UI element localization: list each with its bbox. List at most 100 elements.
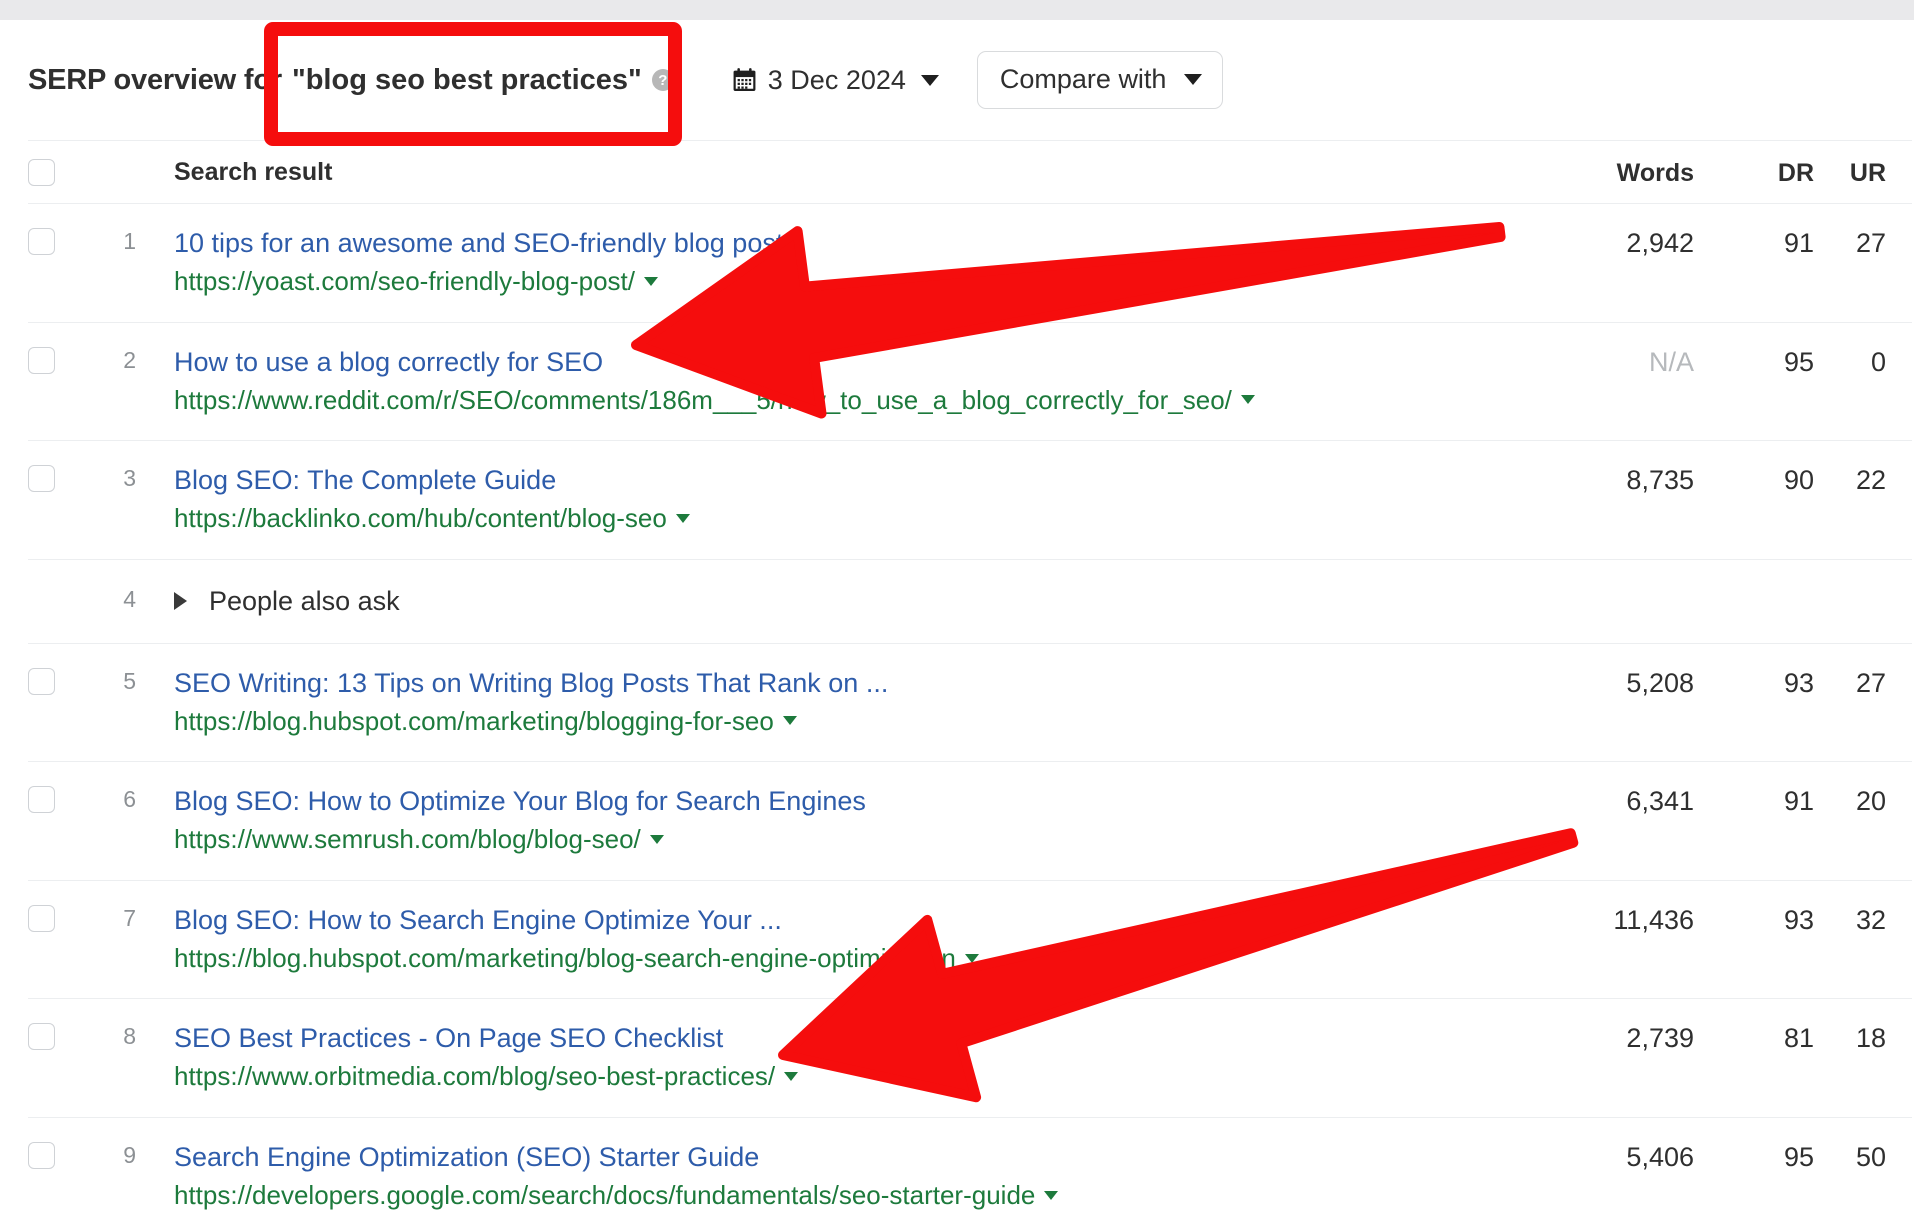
row-checkbox[interactable] [28,904,55,932]
serp-feature[interactable]: People also ask [174,586,1544,617]
row-rank: 4 [123,585,136,612]
row-dr-value: 93 [1783,667,1814,698]
row-checkbox[interactable] [28,346,55,374]
row-dr-value: 91 [1783,786,1814,817]
row-checkbox[interactable] [28,228,55,255]
row-select-cell [28,465,88,493]
chevron-down-icon[interactable] [643,276,658,286]
row-checkbox[interactable] [28,465,55,493]
row-select-cell [28,1023,88,1051]
row-content-cell: People also ask [144,586,1544,617]
chevron-down-icon[interactable] [675,513,690,523]
table-row: 1 10 tips for an awesome and SEO-friendly… [0,204,1914,322]
result-title-link[interactable]: 10 tips for an awesome and SEO-friendly … [174,228,1544,259]
result-title-link[interactable]: SEO Writing: 13 Tips on Writing Blog Pos… [174,668,1544,699]
result-title-link[interactable]: How to use a blog correctly for SEO [174,347,1544,378]
row-rank: 8 [123,1023,136,1050]
row-dr-value: 93 [1783,904,1814,935]
compare-with-button[interactable]: Compare with [976,51,1224,109]
row-select-cell [28,228,88,255]
select-all-cell [28,158,88,186]
result-url[interactable]: https://blog.hubspot.com/marketing/blog-… [174,942,1544,975]
result-url[interactable]: https://developers.google.com/search/doc… [174,1179,1544,1212]
row-select-cell [28,904,88,932]
select-all-checkbox[interactable] [28,158,55,186]
result-title-link[interactable]: Blog SEO: How to Optimize Your Blog for … [174,786,1544,817]
result-url-text: https://www.semrush.com/blog/blog-seo/ [174,824,641,855]
result-url[interactable]: https://yoast.com/seo-friendly-blog-post… [174,265,1544,298]
result-url[interactable]: https://www.reddit.com/r/SEO/comments/18… [174,384,1544,417]
row-checkbox[interactable] [28,1023,55,1051]
keyword-label: "blog seo best practices" [291,63,642,96]
chevron-down-icon[interactable] [964,953,979,963]
header-ur-cell[interactable]: UR [1814,157,1914,188]
chevron-down-icon[interactable] [649,834,664,844]
row-dr-value: 81 [1783,1023,1814,1054]
table-header-row: Search result Words DR UR [0,141,1914,203]
row-words-value: 5,208 [1626,667,1694,698]
header-dr-cell[interactable]: DR [1694,157,1814,188]
row-content-cell: Blog SEO: How to Search Engine Optimize … [144,905,1544,975]
date-picker[interactable]: 3 Dec 2024 [732,65,939,96]
row-rank: 5 [123,667,136,694]
row-ur-value: 50 [1855,1141,1886,1172]
result-url[interactable]: https://backlinko.com/hub/content/blog-s… [174,502,1544,535]
chevron-down-icon[interactable] [784,1072,799,1082]
row-rank: 9 [123,1141,136,1168]
result-url-text: https://yoast.com/seo-friendly-blog-post… [174,266,635,297]
row-ur-value: 18 [1855,1023,1886,1054]
row-words-value: N/A [1648,346,1694,377]
row-dr-value: 95 [1783,346,1814,377]
row-select-cell [28,667,88,695]
row-rank: 6 [123,786,136,813]
row-content-cell: Blog SEO: The Complete Guide https://back… [144,465,1544,535]
chevron-down-icon[interactable] [1044,1190,1059,1200]
result-title-link[interactable]: Blog SEO: How to Search Engine Optimize … [174,905,1544,936]
date-label: 3 Dec 2024 [767,64,906,95]
table-row: 3 Blog SEO: The Complete Guide https://bac… [0,441,1914,559]
result-url-text: https://developers.google.com/search/doc… [174,1179,1036,1210]
table-row: 2 How to use a blog correctly for SEO http… [0,323,1914,441]
row-select-cell [28,786,88,814]
result-title-link[interactable]: Search Engine Optimization (SEO) Starter… [174,1142,1544,1173]
chevron-down-icon[interactable] [1240,395,1255,405]
result-url[interactable]: https://www.orbitmedia.com/blog/seo-best… [174,1060,1544,1093]
column-header-search-result: Search result [174,157,333,186]
chevron-down-icon[interactable] [782,716,797,726]
column-header-words: Words [1616,158,1694,187]
result-url[interactable]: https://blog.hubspot.com/marketing/blogg… [174,705,1544,738]
row-rank: 7 [123,904,136,931]
row-checkbox[interactable] [28,1141,55,1169]
header-search-result-cell: Search result [144,158,1544,187]
table-row: 7 Blog SEO: How to Search Engine Optimize… [0,881,1914,999]
row-rank: 1 [123,228,136,254]
row-checkbox[interactable] [28,667,55,695]
header-words-cell[interactable]: Words [1544,157,1694,188]
serp-feature-label: People also ask [209,585,400,616]
result-title-link[interactable]: Blog SEO: The Complete Guide [174,465,1544,496]
row-words-value: 2,942 [1626,228,1694,258]
table-row: 8 SEO Best Practices - On Page SEO Checkl… [0,999,1914,1117]
table-row: 6 Blog SEO: How to Optimize Your Blog for… [0,762,1914,880]
column-header-ur: UR [1849,158,1886,187]
chevron-down-icon [920,74,939,86]
row-checkbox[interactable] [28,786,55,814]
result-url-text: https://blog.hubspot.com/marketing/blogg… [174,705,774,736]
result-url[interactable]: https://www.semrush.com/blog/blog-seo/ [174,823,1544,856]
help-circle-icon[interactable]: ? [651,69,674,91]
chevron-right-icon[interactable] [174,592,187,611]
row-ur-value: 20 [1855,786,1886,817]
row-dr-value: 91 [1783,228,1814,258]
result-url-text: https://www.reddit.com/r/SEO/comments/18… [174,384,1232,415]
serp-results-table: Search result Words DR UR 1 10 tips for a… [0,140,1914,1216]
table-body: 1 10 tips for an awesome and SEO-friendly… [0,203,1914,1216]
result-title-link[interactable]: SEO Best Practices - On Page SEO Checkli… [174,1023,1544,1054]
row-dr-value: 90 [1783,465,1814,496]
table-row: 4 People also ask [0,560,1914,643]
calendar-icon [733,68,756,91]
column-header-dr: DR [1777,158,1814,187]
row-content-cell: 10 tips for an awesome and SEO-friendly … [144,228,1544,298]
row-ur-value: 27 [1855,667,1886,698]
row-ur-value: 22 [1855,465,1886,496]
table-row: 9 Search Engine Optimization (SEO) Starte… [0,1118,1914,1216]
